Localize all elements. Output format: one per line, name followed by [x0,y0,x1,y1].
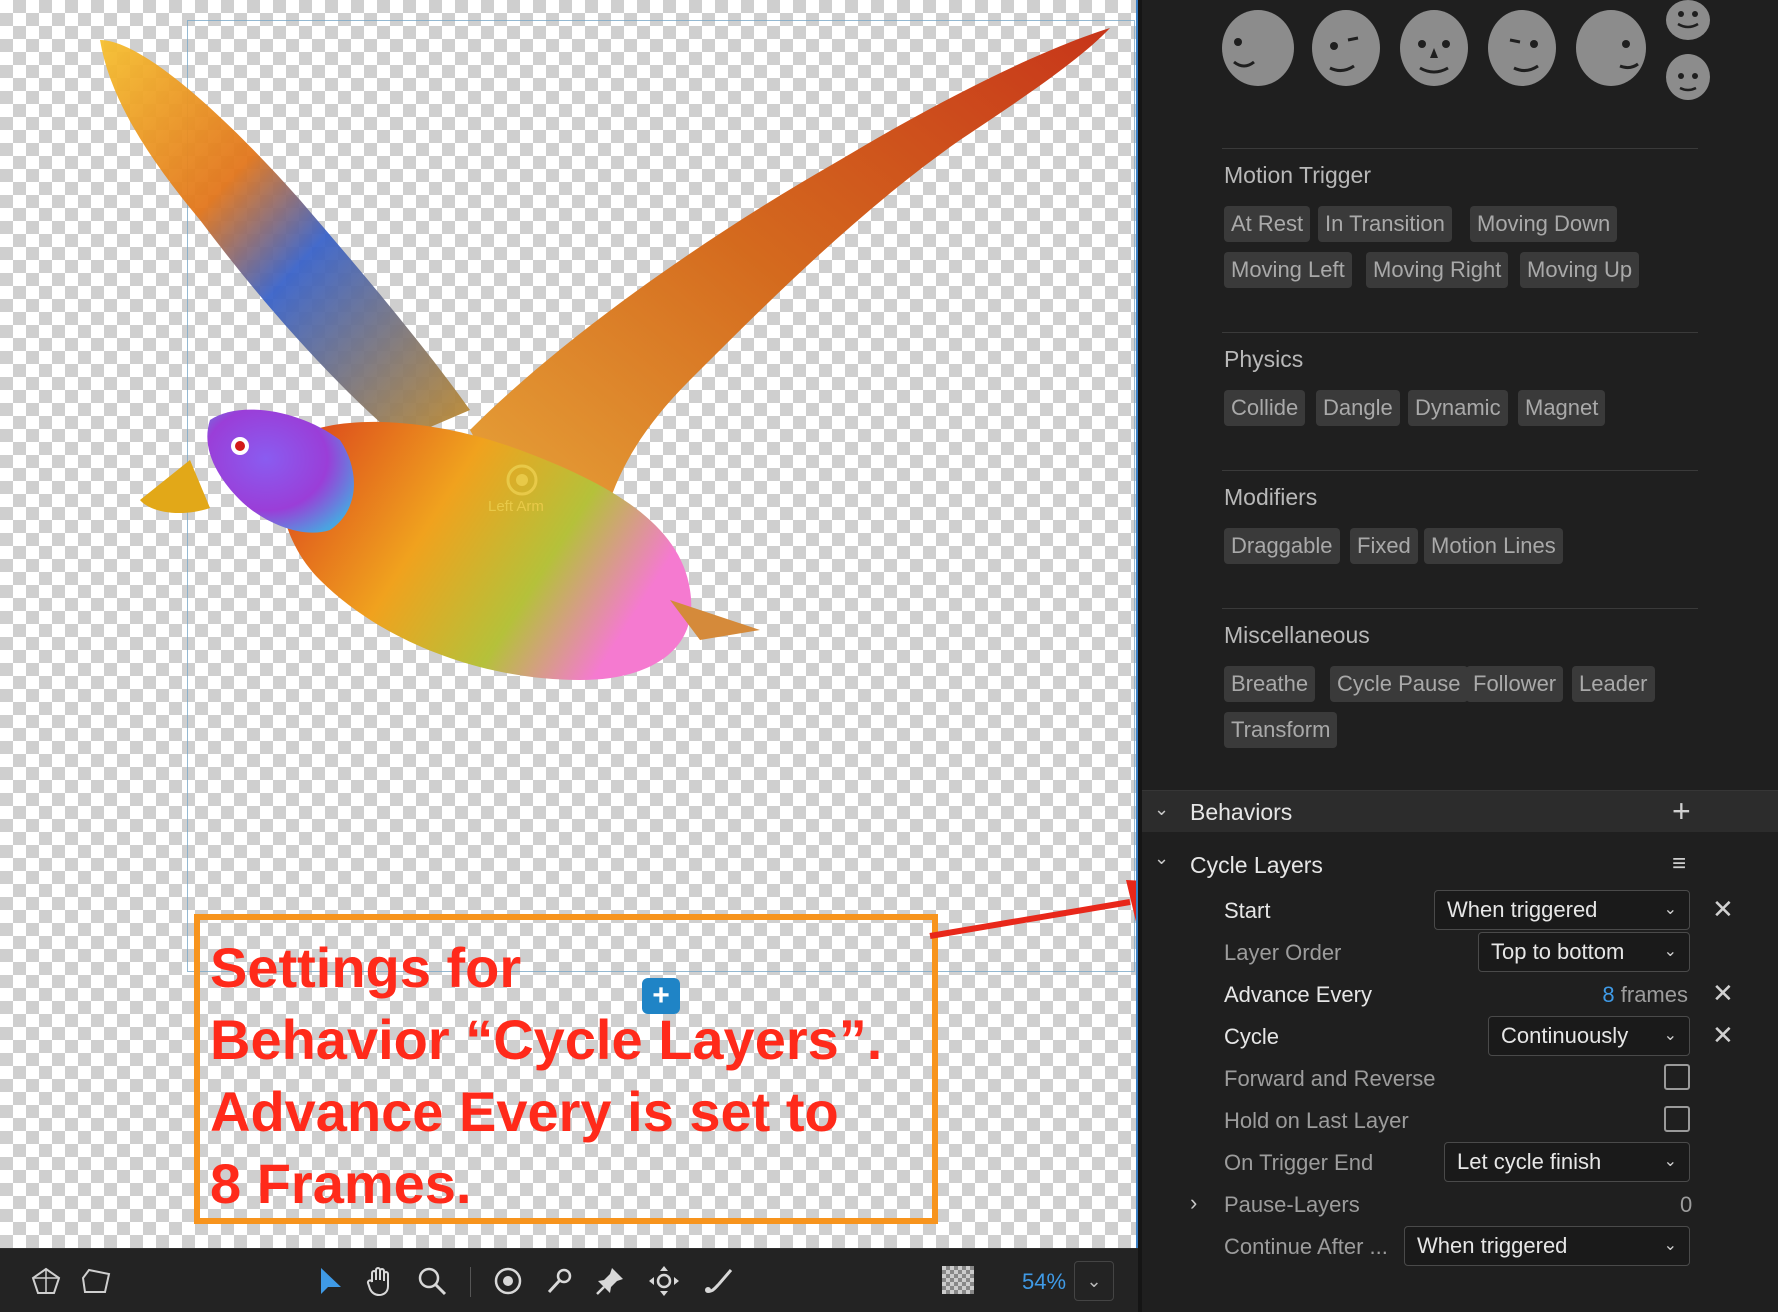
layer-order-value: Top to bottom [1491,939,1625,964]
face-front-icon[interactable] [1400,10,1468,86]
handle-icon[interactable] [26,1261,66,1301]
tag-moving-right[interactable]: Moving Right [1366,252,1509,288]
continue-after-label: Continue After ... [1224,1234,1388,1259]
continue-after-dropdown[interactable]: When triggered ⌄ [1404,1226,1690,1266]
pause-layers-value[interactable]: 0 [1680,1192,1692,1218]
properties-panel: Motion Trigger At Rest In Transition Mov… [1142,0,1778,1312]
layer-order-dropdown[interactable]: Top to bottom ⌄ [1478,932,1690,972]
chevron-down-icon: ⌄ [1663,1153,1677,1170]
on-trigger-end-label: On Trigger End [1224,1150,1374,1175]
chevron-right-icon[interactable]: › [1190,1190,1197,1216]
face-left-icon[interactable] [1222,10,1294,86]
hold-last-layer-label: Hold on Last Layer [1224,1108,1409,1133]
section-miscellaneous-title: Miscellaneous [1224,622,1370,648]
annotation-text: Settings for Behavior “Cycle Layers”. Ad… [210,932,940,1220]
behavior-menu-icon[interactable]: ≡ [1672,850,1686,878]
start-dropdown[interactable]: When triggered ⌄ [1434,890,1690,930]
advance-every-label: Advance Every [1224,982,1372,1007]
forward-reverse-checkbox[interactable] [1664,1064,1690,1090]
tag-fixed[interactable]: Fixed [1350,528,1418,564]
select-icon[interactable] [310,1261,350,1301]
annotation-callout: Settings for Behavior “Cycle Layers”. Ad… [194,914,938,1224]
hold-last-layer-checkbox[interactable] [1664,1106,1690,1132]
annotation-line: Advance Every is set to [210,1080,839,1143]
origin-icon[interactable] [488,1261,528,1301]
annotation-arrow [929,880,1138,939]
on-trigger-end-dropdown[interactable]: Let cycle finish ⌄ [1444,1142,1690,1182]
layer-order-label: Layer Order [1224,940,1342,965]
stick-icon[interactable] [698,1261,738,1301]
continue-after-value: When triggered [1417,1233,1568,1258]
hand-icon[interactable] [360,1261,400,1301]
cycle-dropdown[interactable]: Continuously ⌄ [1488,1016,1690,1056]
tag-motion-lines[interactable]: Motion Lines [1424,528,1563,564]
section-motion-trigger-title: Motion Trigger [1224,162,1372,188]
zoom-level[interactable]: 54% [1022,1269,1066,1295]
tag-moving-up[interactable]: Moving Up [1520,252,1640,288]
close-icon[interactable]: ✕ [1712,894,1734,925]
annotation-line: 8 Frames. [210,1152,472,1215]
behaviors-header[interactable]: ⌄ Behaviors + [1142,790,1778,832]
advance-every-number[interactable]: 8 [1602,982,1614,1007]
dragger-icon[interactable] [540,1261,580,1301]
section-physics-title: Physics [1224,346,1304,372]
forward-reverse-label: Forward and Reverse [1224,1066,1436,1091]
tag-dangle[interactable]: Dangle [1316,390,1400,426]
zoom-dropdown[interactable]: ⌄ [1074,1261,1114,1301]
advance-every-unit: frames [1620,982,1688,1007]
tag-magnet[interactable]: Magnet [1518,390,1606,426]
close-icon[interactable]: ✕ [1712,1020,1734,1051]
advance-every-value[interactable]: 8 frames [1602,982,1688,1008]
tag-dynamic[interactable]: Dynamic [1408,390,1508,426]
behaviors-title: Behaviors [1190,799,1293,825]
face-up-icon[interactable] [1666,0,1710,40]
chevron-down-icon: ⌄ [1663,943,1677,960]
section-modifiers-title: Modifiers [1224,484,1318,510]
tag-transform[interactable]: Transform [1224,712,1338,748]
chevron-down-icon: ⌄ [1663,901,1677,918]
tag-leader[interactable]: Leader [1572,666,1655,702]
tag-follower[interactable]: Follower [1466,666,1564,702]
face-right-icon[interactable] [1488,10,1556,86]
face-down-icon[interactable] [1666,54,1710,100]
cycle-layers-title: Cycle Layers [1190,852,1323,878]
pause-layers-label: Pause-Layers [1224,1192,1360,1217]
left-arm-handle-label: Left Arm [488,498,544,515]
face-profile-icon[interactable] [1576,10,1646,86]
zoom-icon[interactable] [412,1261,452,1301]
transform-icon[interactable] [644,1261,684,1301]
tag-moving-down[interactable]: Moving Down [1470,206,1618,242]
tag-cycle-pause[interactable]: Cycle Pause [1330,666,1468,702]
on-trigger-end-value: Let cycle finish [1457,1149,1602,1174]
add-behavior-button[interactable]: + [1672,793,1691,830]
tag-in-transition[interactable]: In Transition [1318,206,1452,242]
cycle-label: Cycle [1224,1024,1280,1049]
start-value: When triggered [1447,897,1598,922]
tag-breathe[interactable]: Breathe [1224,666,1316,702]
annotation-line: Behavior “Cycle Layers”. [210,1008,883,1071]
transparency-grid-toggle[interactable] [942,1266,974,1294]
chevron-down-icon[interactable]: ⌄ [1154,799,1169,820]
annotation-line: Settings for [210,936,522,999]
chevron-down-icon: ⌄ [1663,1237,1677,1254]
tag-moving-left[interactable]: Moving Left [1224,252,1352,288]
tag-draggable[interactable]: Draggable [1224,528,1340,564]
bottom-toolbar: 54% ⌄ [0,1248,1138,1312]
pin-icon[interactable] [590,1261,630,1301]
cycle-value: Continuously [1501,1023,1629,1048]
add-handle-button[interactable]: + [642,978,680,1014]
chevron-down-icon[interactable]: ⌄ [1154,848,1169,869]
scene-canvas[interactable]: Left Arm Settings for Behavior “Cycle La… [0,0,1138,1248]
face-wink-icon[interactable] [1312,10,1380,86]
close-icon[interactable]: ✕ [1712,978,1734,1009]
start-label: Start [1224,898,1271,923]
shape-icon[interactable] [76,1261,116,1301]
tag-collide[interactable]: Collide [1224,390,1306,426]
chevron-down-icon: ⌄ [1663,1027,1677,1044]
tag-at-rest[interactable]: At Rest [1224,206,1311,242]
